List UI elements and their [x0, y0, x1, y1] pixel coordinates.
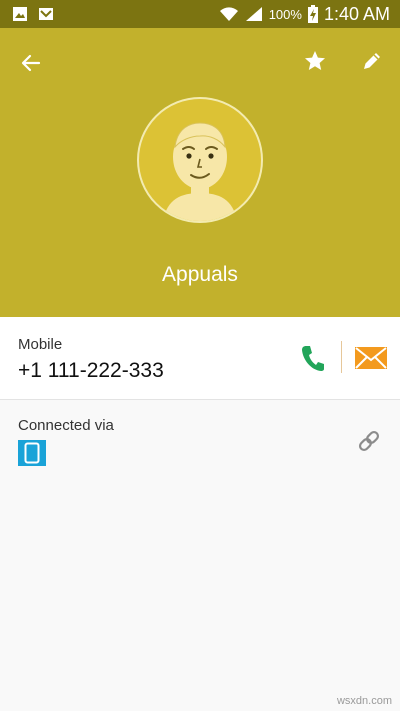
contact-header: Appuals	[0, 28, 400, 317]
system-status: 100% 1:40 AM	[219, 4, 390, 24]
contact-name: Appuals	[162, 263, 238, 286]
device-badge[interactable]	[18, 440, 46, 466]
favorite-button[interactable]	[298, 44, 332, 78]
signal-icon	[245, 7, 262, 21]
arrow-left-icon	[21, 54, 41, 72]
status-bar: 100% 1:40 AM	[0, 0, 400, 28]
pencil-icon	[364, 53, 380, 69]
star-icon	[305, 51, 325, 70]
phone-number[interactable]: +1 111-222-333	[18, 359, 164, 383]
phone-icon	[302, 346, 324, 371]
message-button[interactable]	[352, 343, 390, 373]
connected-via-label: Connected via	[18, 417, 114, 434]
person-avatar-icon	[163, 122, 237, 221]
back-button[interactable]	[14, 46, 48, 80]
link-button[interactable]	[354, 426, 384, 456]
edit-button[interactable]	[355, 44, 389, 78]
mail-icon	[39, 8, 53, 20]
battery-charging-icon	[307, 5, 318, 23]
phone-type-label: Mobile	[18, 336, 63, 353]
source-credit: wsxdn.com	[336, 695, 392, 707]
phone-card[interactable]: Mobile +1 111-222-333	[0, 317, 400, 400]
contact-avatar[interactable]	[137, 97, 263, 223]
call-button[interactable]	[296, 341, 330, 375]
clock: 1:40 AM	[323, 3, 390, 24]
phone-device-icon	[24, 442, 40, 464]
action-divider	[341, 341, 342, 373]
notification-icons	[12, 6, 54, 22]
battery-percent: 100%	[268, 6, 302, 22]
gallery-icon	[13, 7, 27, 21]
connected-section: Connected via	[0, 400, 400, 711]
link-icon	[358, 430, 380, 452]
envelope-icon	[355, 347, 387, 369]
wifi-icon	[219, 7, 238, 21]
